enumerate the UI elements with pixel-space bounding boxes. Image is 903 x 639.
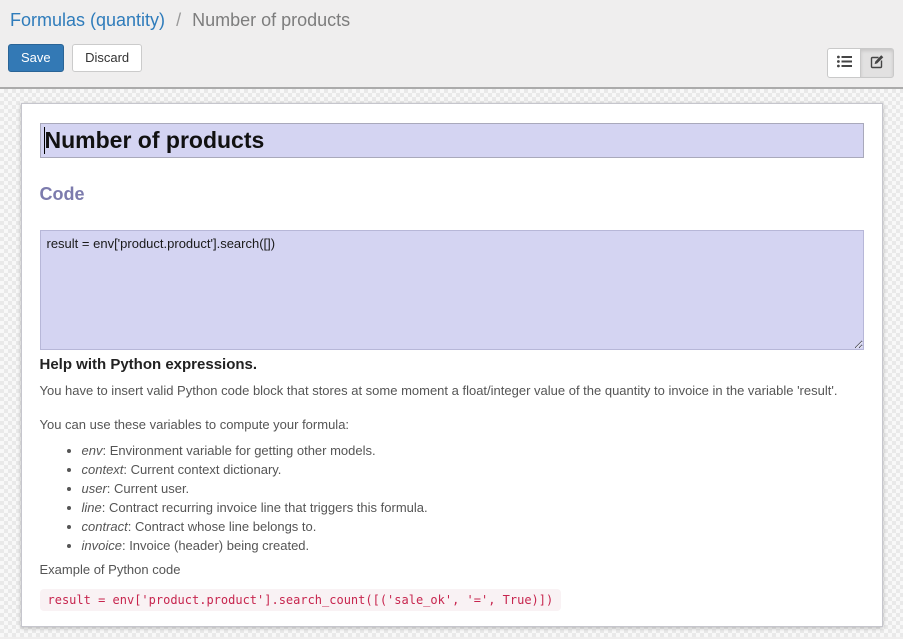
list-item: user: Current user. [82, 482, 864, 495]
discard-button[interactable]: Discard [72, 44, 142, 72]
help-heading: Help with Python expressions. [40, 356, 864, 373]
record-name-input[interactable] [40, 123, 864, 158]
breadcrumb-current: Number of products [192, 10, 350, 30]
list-item: context: Current context dictionary. [82, 463, 864, 476]
control-panel: Formulas (quantity) / Number of products… [0, 0, 903, 89]
example-label: Example of Python code [40, 561, 864, 578]
text-caret [44, 127, 45, 154]
breadcrumb-separator: / [176, 10, 181, 30]
variables-intro: You can use these variables to compute y… [40, 416, 864, 433]
form-edit-view-icon [870, 54, 885, 72]
variables-list: env: Environment variable for getting ot… [40, 444, 864, 552]
toolbar: Save Discard [8, 44, 895, 72]
breadcrumb-parent-link[interactable]: Formulas (quantity) [10, 10, 165, 30]
list-item: invoice: Invoice (header) being created. [82, 539, 864, 552]
code-section-heading: Code [40, 184, 864, 205]
list-view-icon [837, 55, 852, 71]
help-intro: You have to insert valid Python code blo… [40, 382, 864, 399]
example-code: result = env['product.product'].search_c… [40, 589, 562, 611]
form-view-button[interactable] [860, 48, 894, 78]
code-input[interactable]: result = env['product.product'].search([… [40, 230, 864, 350]
save-button[interactable]: Save [8, 44, 64, 72]
view-switcher [827, 48, 894, 78]
list-view-button[interactable] [827, 48, 861, 78]
list-item: contract: Contract whose line belongs to… [82, 520, 864, 533]
title-field-wrap [40, 123, 864, 158]
help-block: Help with Python expressions. You have t… [40, 356, 864, 611]
breadcrumb: Formulas (quantity) / Number of products [8, 8, 895, 31]
list-item: line: Contract recurring invoice line th… [82, 501, 864, 514]
form-sheet: Code result = env['product.product'].sea… [21, 103, 883, 627]
list-item: env: Environment variable for getting ot… [82, 444, 864, 457]
form-view-background: Code result = env['product.product'].sea… [0, 89, 903, 637]
